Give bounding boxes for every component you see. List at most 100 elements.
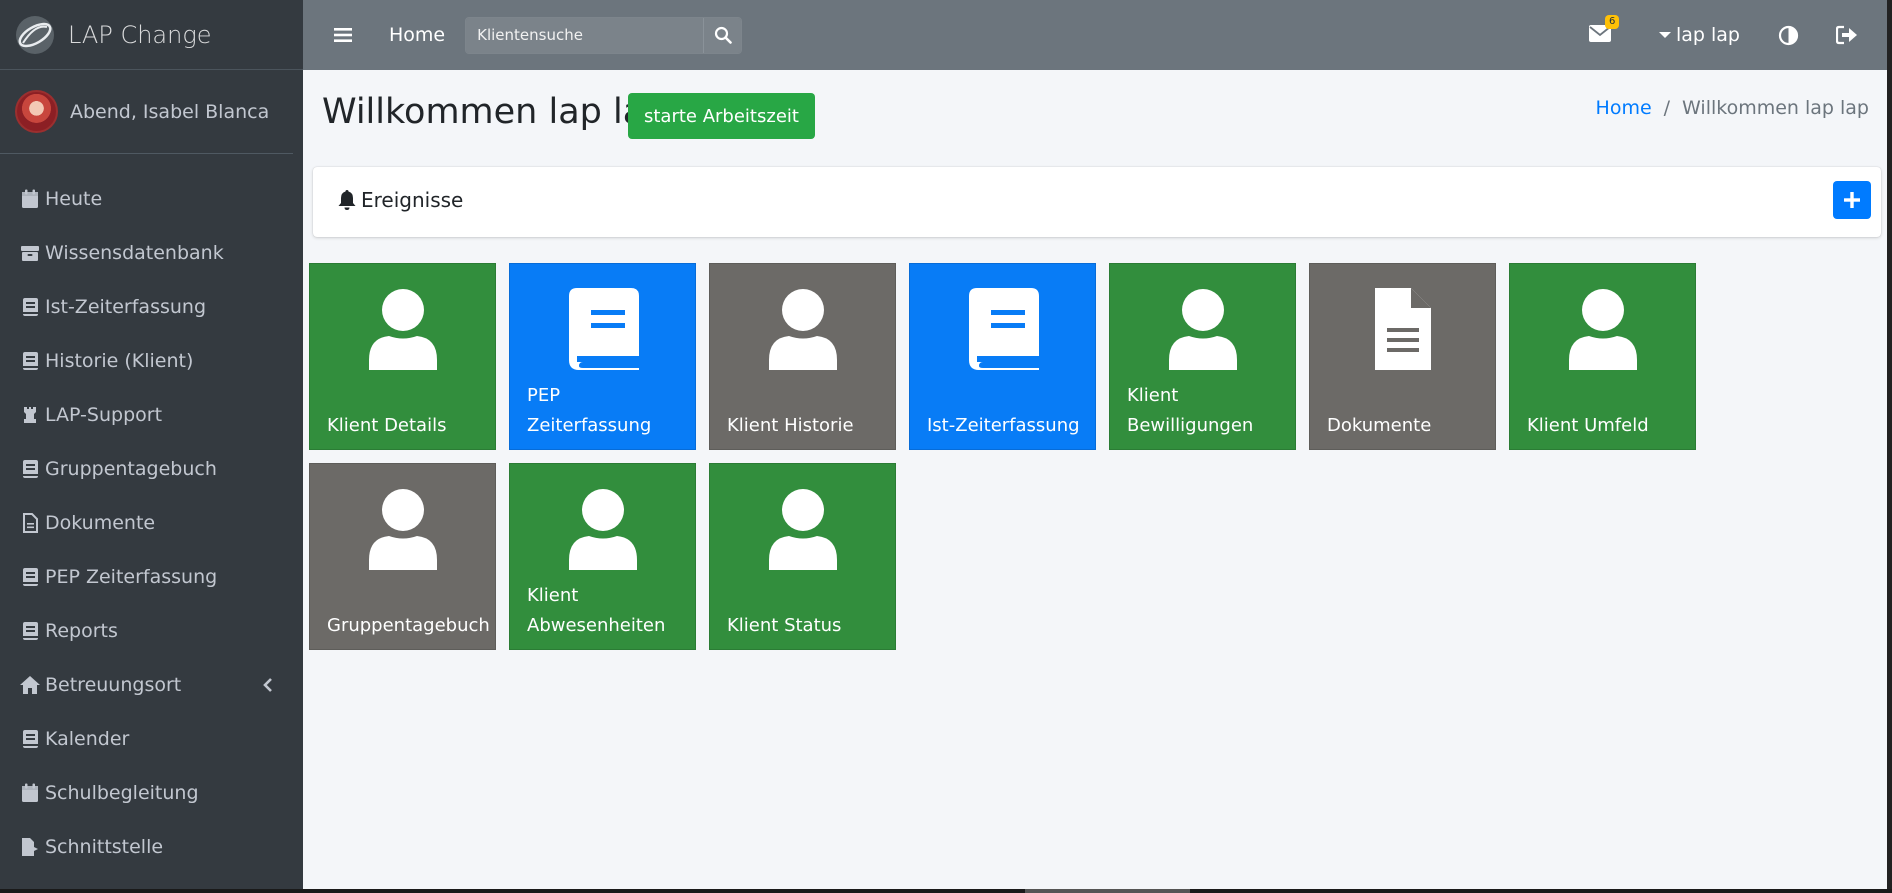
sidebar-item-label: PEP Zeiterfassung	[45, 566, 218, 588]
tile-ist-zeiterfassung[interactable]: Ist-Zeiterfassung	[909, 263, 1096, 450]
content-wrapper: Willkommen lap lap starte Arbeitszeit Ho…	[303, 70, 1887, 889]
sidebar-item-label: Schnittstelle	[45, 836, 164, 858]
mail-count-badge: 6	[1604, 15, 1620, 29]
tile-label: Ist-Zeiterfassung	[927, 415, 1080, 436]
search-icon	[714, 26, 732, 44]
breadcrumb-home-link[interactable]: Home	[1596, 97, 1652, 119]
chevron-left-icon	[261, 676, 275, 694]
sidebar-item-dokumente[interactable]: Dokumente	[0, 496, 303, 550]
calendar-icon	[19, 782, 41, 804]
sidebar-item-label: Gruppentagebuch	[45, 458, 217, 480]
calendar-icon	[19, 188, 41, 210]
horizontal-scrollbar[interactable]	[0, 889, 1892, 893]
user-icon	[767, 288, 839, 370]
events-card: Ereignisse	[313, 167, 1881, 237]
user-icon	[367, 488, 439, 570]
sidebar-item-gruppentagebuch[interactable]: Gruppentagebuch	[0, 442, 303, 496]
sidebar-item-lap-support[interactable]: LAP-Support	[0, 388, 303, 442]
book-icon	[967, 288, 1039, 370]
top-right-nav: 6 lap lap	[1588, 0, 1892, 70]
sidebar-nav: Heute Wissensdatenbank Ist-Zeiterfassung Hi…	[0, 154, 303, 874]
sidebar-item-pep-zeiterfassung[interactable]: PEP Zeiterfassung	[0, 550, 303, 604]
top-home-link[interactable]: Home	[389, 24, 445, 46]
tile-label: Klient Abwesenheiten	[527, 585, 666, 636]
tile-klient-status[interactable]: Klient Status	[709, 463, 896, 650]
user-icon	[1167, 288, 1239, 370]
archive-icon	[19, 242, 41, 264]
user-icon	[1567, 288, 1639, 370]
user-dropdown[interactable]: lap lap	[1658, 24, 1740, 46]
sidebar-item-label: Dokumente	[45, 512, 156, 534]
book-icon	[19, 728, 41, 750]
tile-label: Klient Details	[327, 415, 447, 436]
sidebar-item-label: Wissensdatenbank	[45, 242, 224, 264]
brand-logo-icon	[16, 15, 54, 54]
avatar	[15, 90, 58, 133]
sidebar-item-label: Schulbegleitung	[45, 782, 199, 804]
sidebar-item-label: Kalender	[45, 728, 130, 750]
user-icon	[767, 488, 839, 570]
tile-label: Gruppentagebuch	[327, 615, 490, 636]
tile-klient-abwesenheiten[interactable]: Klient Abwesenheiten	[509, 463, 696, 650]
sidebar-item-betreuungsort[interactable]: Betreuungsort	[0, 658, 303, 712]
book-icon	[19, 296, 41, 318]
logout-icon[interactable]	[1836, 25, 1858, 45]
sidebar-item-wissensdatenbank[interactable]: Wissensdatenbank	[0, 226, 303, 280]
chess-rook-icon	[19, 404, 41, 426]
user-dropdown-label: lap lap	[1675, 24, 1740, 46]
brand-link[interactable]: LAP Change	[0, 0, 303, 70]
start-worktime-button[interactable]: starte Arbeitszeit	[628, 93, 815, 139]
tile-pep-zeiterfassung[interactable]: PEP Zeiterfassung	[509, 263, 696, 450]
file-icon	[1367, 288, 1439, 370]
client-search-input[interactable]	[466, 17, 704, 53]
sidebar-item-historie-klient[interactable]: Historie (Klient)	[0, 334, 303, 388]
sidebar-item-label: Heute	[45, 188, 103, 210]
tile-klient-details[interactable]: Klient Details	[309, 263, 496, 450]
tile-dokumente[interactable]: Dokumente	[1309, 263, 1496, 450]
tile-label: Klient Status	[727, 615, 842, 636]
sidebar-item-label: LAP-Support	[45, 404, 163, 426]
user-icon	[367, 288, 439, 370]
sidebar-item-heute[interactable]: Heute	[0, 172, 303, 226]
book-icon	[19, 620, 41, 642]
add-event-button[interactable]	[1833, 181, 1871, 219]
breadcrumb: Home / Willkommen lap lap	[1596, 97, 1869, 119]
sidebar-item-schulbegleitung[interactable]: Schulbegleitung	[0, 766, 303, 820]
tile-label: Klient Historie	[727, 415, 854, 436]
events-title: Ereignisse	[361, 188, 464, 212]
page-title: Willkommen lap lap	[322, 92, 667, 132]
book-icon	[19, 350, 41, 372]
events-header: Ereignisse	[337, 188, 463, 212]
theme-toggle-icon[interactable]	[1778, 25, 1799, 46]
file-export-icon	[19, 836, 41, 858]
brand-name: LAP Change	[68, 20, 212, 49]
tile-klient-bewilligungen[interactable]: Klient Bewilligungen	[1109, 263, 1296, 450]
breadcrumb-separator: /	[1663, 97, 1671, 119]
hamburger-menu-icon[interactable]	[332, 25, 354, 45]
messages-button[interactable]: 6	[1588, 15, 1620, 45]
user-icon	[567, 488, 639, 570]
tile-label: PEP Zeiterfassung	[527, 385, 652, 436]
sidebar-item-ist-zeiterfassung[interactable]: Ist-Zeiterfassung	[0, 280, 303, 334]
book-icon	[19, 566, 41, 588]
tile-gruppentagebuch[interactable]: Gruppentagebuch	[309, 463, 496, 650]
sidebar-item-label: Betreuungsort	[45, 674, 182, 696]
scrollbar-thumb[interactable]	[1025, 889, 1190, 893]
sidebar-item-label: Historie (Klient)	[45, 350, 194, 372]
tile-klient-historie[interactable]: Klient Historie	[709, 263, 896, 450]
sidebar-item-label: Reports	[45, 620, 118, 642]
top-navbar: Home 6 lap lap	[303, 0, 1892, 70]
tile-klient-umfeld[interactable]: Klient Umfeld	[1509, 263, 1696, 450]
plus-icon	[1844, 192, 1860, 208]
user-panel[interactable]: Abend, Isabel Blanca	[0, 70, 293, 154]
file-icon	[19, 512, 41, 534]
book-icon	[19, 458, 41, 480]
sidebar-item-schnittstelle[interactable]: Schnittstelle	[0, 820, 303, 874]
sidebar-item-label: Ist-Zeiterfassung	[45, 296, 207, 318]
sidebar-item-kalender[interactable]: Kalender	[0, 712, 303, 766]
bell-icon	[338, 190, 356, 210]
book-icon	[567, 288, 639, 370]
search-button[interactable]	[703, 17, 742, 53]
home-icon	[19, 674, 41, 696]
sidebar-item-reports[interactable]: Reports	[0, 604, 303, 658]
